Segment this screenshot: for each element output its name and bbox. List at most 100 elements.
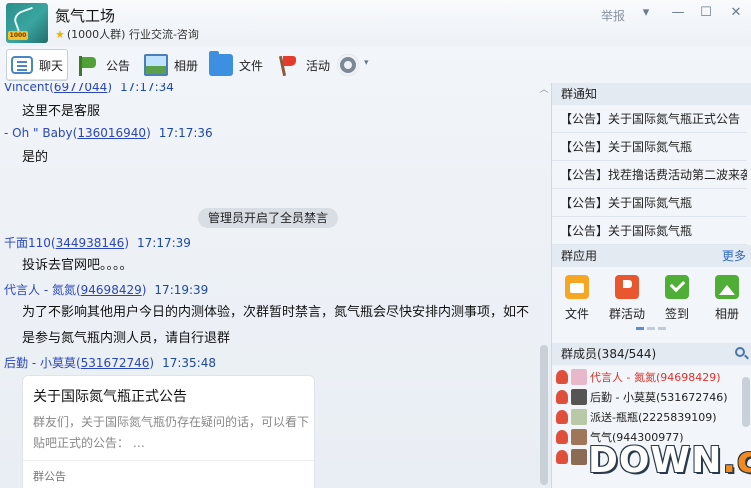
settings-gear-icon[interactable] xyxy=(337,54,359,76)
group-avatar[interactable]: 1000 xyxy=(6,3,48,43)
app-file-label: 文件 xyxy=(564,307,589,321)
message-header: 千面110(344938146) 17:17:39 xyxy=(4,236,191,250)
folder-icon xyxy=(209,51,233,76)
watermark-logo: DOWN.cc xyxy=(588,440,751,486)
tab-chat-label: 聊天 xyxy=(39,58,64,73)
notice-item[interactable]: 【公告】找茬撸话费活动第二波来袭 xyxy=(552,161,747,189)
minimize-button[interactable]: — xyxy=(668,4,688,22)
tab-announcement-label: 公告 xyxy=(106,58,131,73)
tab-activity-label: 活动 xyxy=(306,58,331,73)
group-meta: ★ (1000人群) 行业交流-咨询 xyxy=(55,26,199,42)
tab-album[interactable]: 相册 xyxy=(140,49,202,81)
member-role-icon xyxy=(556,370,568,384)
title-bar: 1000 氮气工场 ★ (1000人群) 行业交流-咨询 举报 ▾ — ☐ ✕ xyxy=(0,0,751,46)
avatar xyxy=(571,429,587,445)
member-role-icon xyxy=(556,450,568,464)
message-header: - Oh " Baby(136016940) 17:17:36 xyxy=(4,126,213,140)
activity-flag-icon xyxy=(276,54,300,76)
settings-caret-icon[interactable]: ▾ xyxy=(364,58,369,68)
avatar xyxy=(571,389,587,405)
member-name: 派送-瓶瓶(2225839109) xyxy=(590,411,717,424)
file-app-icon xyxy=(565,275,589,299)
sender-qq-link[interactable]: 531672746 xyxy=(81,356,150,370)
message-text-line: 为了不影响其他用户今日的内测体验，次群暂时禁言，氮气瓶会尽快安排内测事项，如不 xyxy=(22,305,530,320)
announcement-card[interactable]: 关于国际氮气瓶正式公告 群友们，关于国际氮气瓶仍存在疑问的话，可以看下贴吧正式的… xyxy=(22,375,315,488)
right-side-panel: 群通知 【公告】关于国际氮气瓶正式公告 【公告】关于国际氮气瓶 【公告】找茬撸话… xyxy=(551,83,751,488)
app-group-activity-label: 群活动 xyxy=(608,307,645,321)
card-tag: 群公告 xyxy=(33,470,66,483)
tab-album-label: 相册 xyxy=(174,58,199,73)
tab-files-label: 文件 xyxy=(239,58,264,73)
group-name[interactable]: 氮气工场 xyxy=(55,5,115,26)
notice-item[interactable]: 【公告】关于国际氮气瓶 xyxy=(552,217,747,245)
notice-item[interactable]: 【公告】关于国际氮气瓶正式公告 xyxy=(552,105,747,133)
card-text: 群友们，关于国际氮气瓶仍存在疑问的话，可以看下贴吧正式的公告： … xyxy=(33,415,310,450)
watermark-main: DOWN xyxy=(588,440,723,481)
apps-more-link[interactable]: 更多 xyxy=(722,245,746,267)
toolbar: 聊天 公告 相册 文件 活动 xyxy=(0,47,751,83)
scroll-up-icon[interactable]: ︿ xyxy=(538,85,550,95)
message-time: 17:19:39 xyxy=(154,283,209,297)
group-logo-icon xyxy=(11,6,39,32)
group-activity-app-icon xyxy=(615,275,639,299)
group-level-badge: 1000 xyxy=(8,31,28,40)
sender-name[interactable]: 后勤 - 小莫莫 xyxy=(4,356,76,370)
notice-section-title: 群通知 xyxy=(552,83,751,105)
maximize-button[interactable]: ☐ xyxy=(696,4,716,22)
message-text: 是的 xyxy=(22,150,49,165)
member-item[interactable]: 代言人 - 氮氮(94698429) xyxy=(556,367,742,387)
group-meta-text: (1000人群) 行业交流-咨询 xyxy=(66,28,199,41)
app-check-in[interactable]: 签到 xyxy=(652,275,702,322)
watermark-suffix: .cc xyxy=(722,440,751,481)
message-text: 投诉去官网吧。。。。 xyxy=(22,258,133,273)
avatar xyxy=(571,409,587,425)
sender-qq-link[interactable]: 94698429 xyxy=(81,283,142,297)
sender-name[interactable]: - Oh " Baby xyxy=(4,126,73,140)
system-notice: 管理员开启了全员禁言 xyxy=(198,208,338,228)
tab-announcement[interactable]: 公告 xyxy=(72,49,134,81)
notice-item[interactable]: 【公告】关于国际氮气瓶 xyxy=(552,189,747,217)
sender-name[interactable]: 代言人 - 氮氮 xyxy=(4,283,76,297)
member-item[interactable]: 派送-瓶瓶(2225839109) xyxy=(556,407,742,427)
app-group-activity[interactable]: 群活动 xyxy=(602,275,652,322)
message-time: 17:17:39 xyxy=(137,236,191,250)
card-title: 关于国际氮气瓶正式公告 xyxy=(33,389,187,405)
member-search-icon[interactable] xyxy=(735,347,745,357)
apps-pager[interactable] xyxy=(636,327,666,330)
app-album-label: 相册 xyxy=(714,307,739,321)
card-divider xyxy=(23,460,314,461)
tab-chat[interactable]: 聊天 xyxy=(6,49,69,81)
sender-name[interactable]: 千面110 xyxy=(4,236,51,250)
tab-files[interactable]: 文件 xyxy=(205,49,267,81)
message-text: 这里不是客服 xyxy=(22,104,101,119)
announcement-flag-icon xyxy=(76,54,100,76)
sender-name[interactable]: Vincent xyxy=(4,83,49,94)
chat-message-area[interactable]: Vincent(6977044) 17:17:34 这里不是客服 - Oh " B… xyxy=(0,83,550,488)
app-check-in-label: 签到 xyxy=(664,307,689,321)
dropdown-menu-button[interactable]: ▾ xyxy=(636,4,656,22)
message-header: 代言人 - 氮氮(94698429) 17:19:39 xyxy=(4,283,209,297)
app-file[interactable]: 文件 xyxy=(552,275,602,322)
member-list-scrollbar[interactable] xyxy=(742,377,750,427)
sender-qq-link[interactable]: 344938146 xyxy=(56,236,125,250)
message-time: 17:17:36 xyxy=(158,126,213,140)
apps-section-title: 群应用 更多 xyxy=(552,245,751,267)
member-name: 代言人 - 氮氮(94698429) xyxy=(590,371,721,384)
notice-item[interactable]: 【公告】关于国际氮气瓶 xyxy=(552,133,747,161)
album-app-icon xyxy=(715,275,739,299)
close-button[interactable]: ✕ xyxy=(726,4,746,22)
message-time: 17:17:34 xyxy=(120,83,174,94)
report-button[interactable]: 举报 xyxy=(601,7,625,24)
sender-qq-link[interactable]: 6977044 xyxy=(54,83,107,94)
scroll-thumb[interactable] xyxy=(540,345,548,485)
chat-scrollbar[interactable]: ︿ xyxy=(538,83,550,488)
tab-activity[interactable]: 活动 xyxy=(272,49,334,81)
member-role-icon xyxy=(556,410,568,424)
member-item[interactable]: 后勤 - 小莫莫(531672746) xyxy=(556,387,742,407)
sender-qq-link[interactable]: 136016940 xyxy=(77,126,146,140)
star-icon: ★ xyxy=(55,28,65,41)
app-album[interactable]: 相册 xyxy=(702,275,751,322)
photo-album-icon xyxy=(144,54,168,76)
chat-bubble-icon xyxy=(11,56,33,74)
member-name: 后勤 - 小莫莫(531672746) xyxy=(590,391,728,404)
